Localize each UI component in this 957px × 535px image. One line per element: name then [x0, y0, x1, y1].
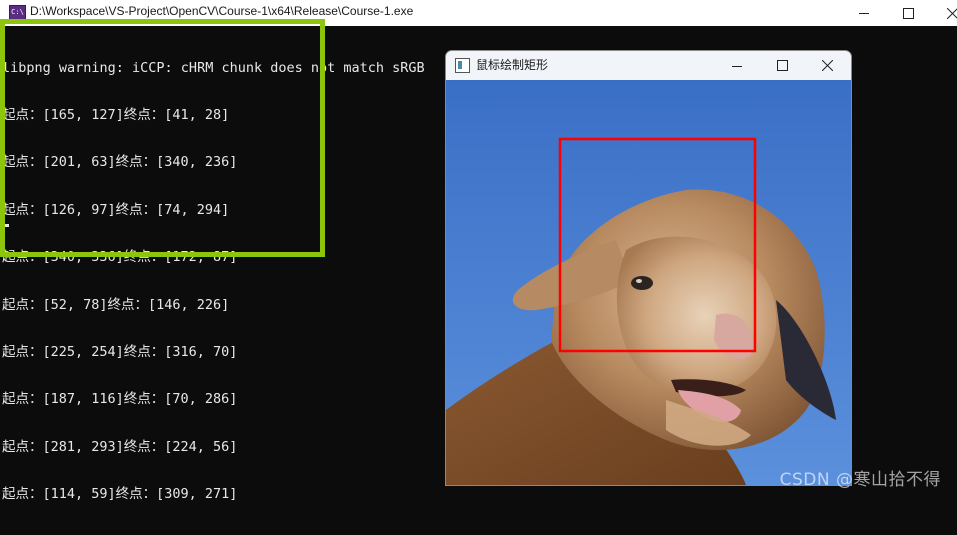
console-line: 起点：[225, 254]终点：[316, 70] [2, 345, 425, 361]
console-line: 起点：[201, 63]终点：[340, 236] [2, 155, 425, 171]
console-line: 起点：[281, 293]终点：[224, 56] [2, 440, 425, 456]
opencv-title-bar[interactable]: 鼠标绘制矩形 [446, 51, 851, 80]
console-line: 起点：[165, 127]终点：[41, 28] [2, 108, 425, 124]
text-cursor [4, 224, 9, 227]
minimize-icon [732, 61, 742, 71]
console-line: 起点：[340, 336]终点：[172, 87] [2, 250, 425, 266]
minimize-button[interactable] [841, 0, 887, 26]
watermark-text: CSDN @寒山拾不得 [780, 465, 941, 490]
console-line: 起点：[126, 97]终点：[74, 294] [2, 203, 425, 219]
console-line: 起点：[114, 59]终点：[309, 271] [2, 487, 425, 503]
close-button[interactable] [929, 0, 957, 26]
console-line: 起点：[187, 116]终点：[70, 286] [2, 392, 425, 408]
console-app-icon: C:\ [9, 5, 26, 20]
console-text: libpng warning: iCCP: cHRM chunk does no… [2, 29, 425, 535]
console-line: libpng warning: iCCP: cHRM chunk does no… [2, 61, 425, 77]
maximize-icon [903, 8, 914, 19]
maximize-button[interactable] [885, 0, 931, 26]
console-title-bar[interactable]: C:\ D:\Workspace\VS-Project\OpenCV\Cours… [0, 0, 957, 26]
console-line: 起点：[52, 78]终点：[146, 226] [2, 298, 425, 314]
maximize-icon [777, 60, 788, 71]
opencv-window-icon [455, 58, 470, 73]
close-icon [947, 8, 957, 19]
cv-minimize-button[interactable] [714, 52, 760, 79]
console-window-title: D:\Workspace\VS-Project\OpenCV\Course-1\… [30, 4, 413, 18]
opencv-image-window[interactable]: 鼠标绘制矩形 [445, 50, 852, 486]
close-icon [822, 60, 833, 71]
cv-close-button[interactable] [804, 52, 850, 79]
cv-maximize-button[interactable] [759, 52, 805, 79]
sheep-photo[interactable] [446, 80, 851, 485]
opencv-window-title: 鼠标绘制矩形 [476, 56, 548, 73]
minimize-icon [859, 8, 869, 18]
